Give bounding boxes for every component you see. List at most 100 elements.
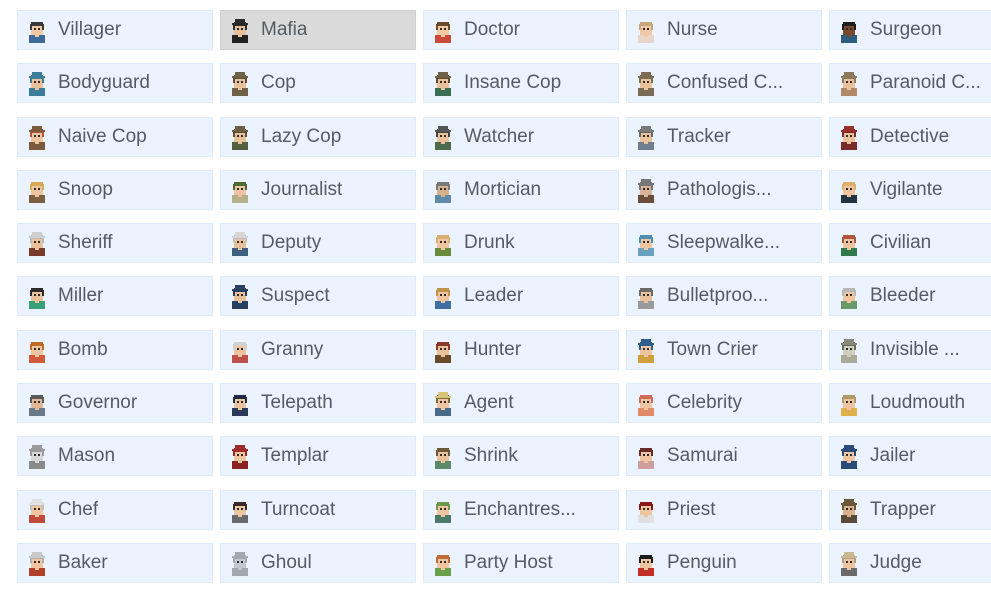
role-label: Miller bbox=[58, 285, 104, 307]
role-card[interactable]: Shrink bbox=[423, 436, 619, 477]
role-label: Jailer bbox=[870, 445, 916, 467]
confused-cop-avatar-icon bbox=[638, 72, 654, 97]
role-label: Telepath bbox=[261, 392, 333, 414]
role-card[interactable]: Baker bbox=[17, 542, 213, 583]
role-card[interactable]: Cop bbox=[220, 63, 416, 104]
role-card[interactable]: Insane Cop bbox=[423, 63, 619, 104]
role-card[interactable]: Turncoat bbox=[220, 489, 416, 530]
role-label: Villager bbox=[58, 19, 122, 40]
role-label: Ghoul bbox=[261, 551, 312, 573]
role-card[interactable]: Mafia bbox=[220, 10, 416, 50]
role-card[interactable]: Bleeder bbox=[829, 276, 991, 317]
journalist-avatar-icon bbox=[232, 181, 248, 203]
role-card[interactable]: Snoop bbox=[17, 169, 213, 210]
role-card[interactable]: Watcher bbox=[423, 116, 619, 157]
role-label: Agent bbox=[464, 392, 514, 414]
paranoid-cop-avatar-icon bbox=[841, 72, 857, 97]
role-label: Bodyguard bbox=[58, 72, 150, 94]
role-card[interactable]: Tracker bbox=[626, 116, 822, 157]
role-card[interactable]: Naive Cop bbox=[17, 116, 213, 157]
role-card[interactable]: Ghoul bbox=[220, 542, 416, 583]
nurse-avatar-icon bbox=[638, 22, 654, 43]
role-card[interactable]: Enchantres... bbox=[423, 489, 619, 530]
role-card[interactable]: Journalist bbox=[220, 169, 416, 210]
role-label: Doctor bbox=[464, 19, 520, 40]
role-card[interactable]: Trapper bbox=[829, 489, 991, 530]
role-card[interactable]: Bodyguard bbox=[17, 63, 213, 104]
role-card[interactable]: Agent bbox=[423, 383, 619, 424]
role-label: Snoop bbox=[58, 178, 113, 200]
granny-avatar-icon bbox=[232, 341, 248, 363]
role-card[interactable]: Jailer bbox=[829, 436, 991, 477]
role-card[interactable]: Miller bbox=[17, 276, 213, 317]
role-card[interactable]: Bomb bbox=[17, 329, 213, 370]
role-card[interactable]: Nurse bbox=[626, 10, 822, 50]
role-label: Leader bbox=[464, 285, 524, 307]
role-label: Confused C... bbox=[667, 72, 784, 94]
role-card[interactable]: Confused C... bbox=[626, 63, 822, 104]
role-card[interactable]: Templar bbox=[220, 436, 416, 477]
role-label: Trapper bbox=[870, 498, 936, 520]
watcher-avatar-icon bbox=[435, 125, 451, 150]
role-label: Watcher bbox=[464, 125, 535, 147]
role-card[interactable]: Lazy Cop bbox=[220, 116, 416, 157]
role-card[interactable]: Deputy bbox=[220, 223, 416, 264]
role-label: Cop bbox=[261, 72, 296, 94]
role-card[interactable]: Samurai bbox=[626, 436, 822, 477]
role-card[interactable]: Invisible ... bbox=[829, 329, 991, 370]
ghoul-avatar-icon bbox=[232, 551, 248, 576]
role-card[interactable]: Civilian bbox=[829, 223, 991, 264]
role-card[interactable]: Telepath bbox=[220, 383, 416, 424]
role-card[interactable]: Celebrity bbox=[626, 383, 822, 424]
role-card[interactable]: Loudmouth bbox=[829, 383, 991, 424]
role-card[interactable]: Chef bbox=[17, 489, 213, 530]
role-card[interactable]: Leader bbox=[423, 276, 619, 317]
role-card[interactable]: Governor bbox=[17, 383, 213, 424]
role-card[interactable]: Town Crier bbox=[626, 329, 822, 370]
invisible-avatar-icon bbox=[841, 338, 857, 363]
role-card[interactable]: Pathologis... bbox=[626, 169, 822, 210]
role-card[interactable]: Party Host bbox=[423, 542, 619, 583]
role-label: Sheriff bbox=[58, 232, 113, 254]
agent-avatar-icon bbox=[435, 392, 451, 417]
role-label: Hunter bbox=[464, 338, 522, 360]
role-label: Judge bbox=[870, 551, 922, 573]
role-card[interactable]: Paranoid C... bbox=[829, 63, 991, 104]
bleeder-avatar-icon bbox=[841, 288, 857, 310]
role-card[interactable]: Sleepwalke... bbox=[626, 223, 822, 264]
role-card[interactable]: Detective bbox=[829, 116, 991, 157]
role-label: Chef bbox=[58, 498, 99, 520]
role-card[interactable]: Hunter bbox=[423, 329, 619, 370]
role-label: Samurai bbox=[667, 445, 738, 467]
chef-avatar-icon bbox=[29, 498, 45, 523]
role-label: Penguin bbox=[667, 551, 737, 573]
pathologist-avatar-icon bbox=[638, 178, 654, 203]
miller-avatar-icon bbox=[29, 288, 45, 310]
role-card[interactable]: Drunk bbox=[423, 223, 619, 264]
role-card[interactable]: Suspect bbox=[220, 276, 416, 317]
role-card[interactable]: Penguin bbox=[626, 542, 822, 583]
vigilante-avatar-icon bbox=[841, 181, 857, 203]
mortician-avatar-icon bbox=[435, 181, 451, 203]
role-card[interactable]: Sheriff bbox=[17, 223, 213, 264]
sheriff-avatar-icon bbox=[29, 232, 45, 257]
role-card[interactable]: Villager bbox=[17, 10, 213, 50]
role-card[interactable]: Doctor bbox=[423, 10, 619, 50]
role-card[interactable]: Bulletproo... bbox=[626, 276, 822, 317]
role-card[interactable]: Mortician bbox=[423, 169, 619, 210]
role-card[interactable]: Mason bbox=[17, 436, 213, 477]
role-card[interactable]: Judge bbox=[829, 542, 991, 583]
tracker-avatar-icon bbox=[638, 125, 654, 150]
role-card[interactable]: Granny bbox=[220, 329, 416, 370]
bulletproof-avatar-icon bbox=[638, 288, 654, 310]
role-label: Paranoid C... bbox=[870, 72, 981, 94]
snoop-avatar-icon bbox=[29, 181, 45, 203]
role-label: Granny bbox=[261, 338, 324, 360]
role-label: Vigilante bbox=[870, 178, 943, 200]
lazy-cop-avatar-icon bbox=[232, 125, 248, 150]
role-label: Party Host bbox=[464, 551, 553, 573]
role-card[interactable]: Vigilante bbox=[829, 169, 991, 210]
role-card[interactable]: Surgeon bbox=[829, 10, 991, 50]
role-card[interactable]: Priest bbox=[626, 489, 822, 530]
role-label: Deputy bbox=[261, 232, 322, 254]
